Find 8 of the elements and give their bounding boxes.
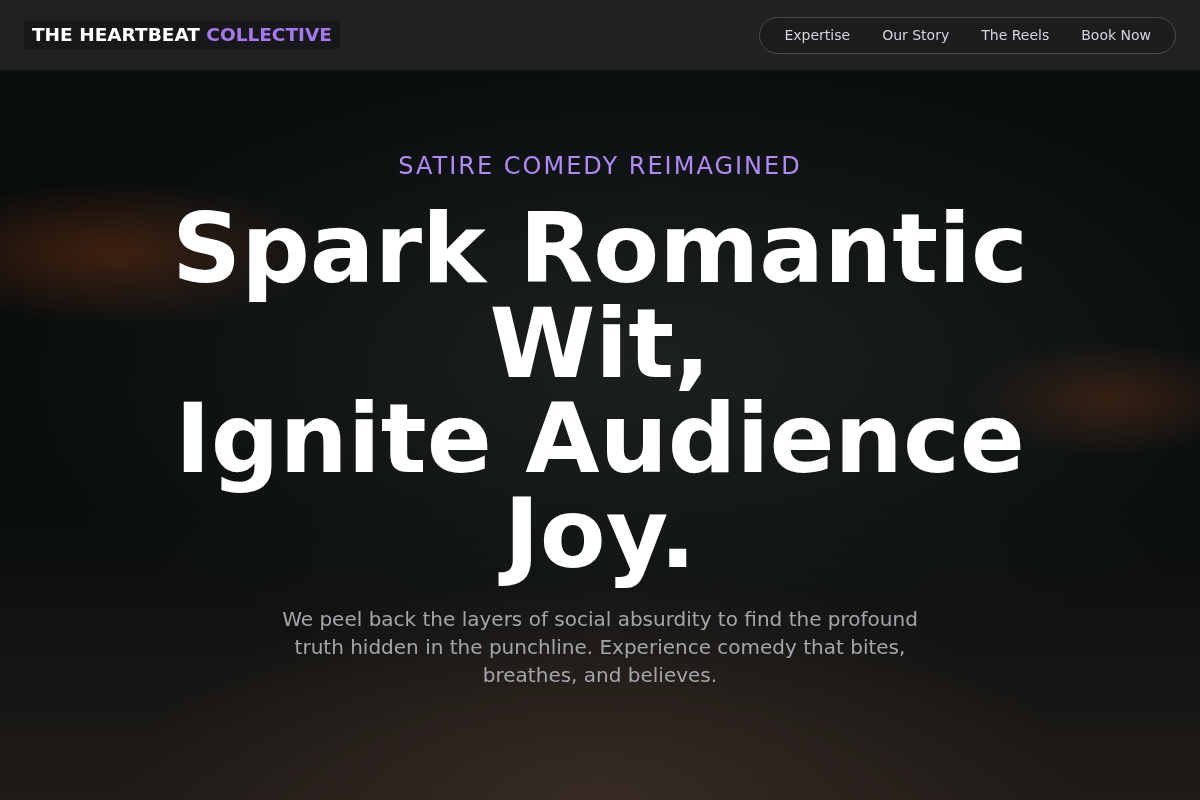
- nav-link[interactable]: The Reels: [965, 18, 1066, 52]
- hero-eyebrow: SATIRE COMEDY REIMAGINED: [398, 152, 802, 181]
- nav-link[interactable]: Book Now: [1065, 18, 1167, 52]
- hero-description: We peel back the layers of social absurdity to find the profound truth hidden in the punchline. Experience comedy that bites, breathes, and believes.: [281, 606, 919, 689]
- hero-headline: Spark Romantic Wit, Ignite Audience Joy.: [171, 202, 1029, 592]
- nav-link[interactable]: Expertise: [768, 18, 867, 52]
- site-logo[interactable]: THE HEARTBEAT COLLECTIVE: [24, 21, 340, 49]
- nav-link[interactable]: Our Story: [866, 18, 966, 52]
